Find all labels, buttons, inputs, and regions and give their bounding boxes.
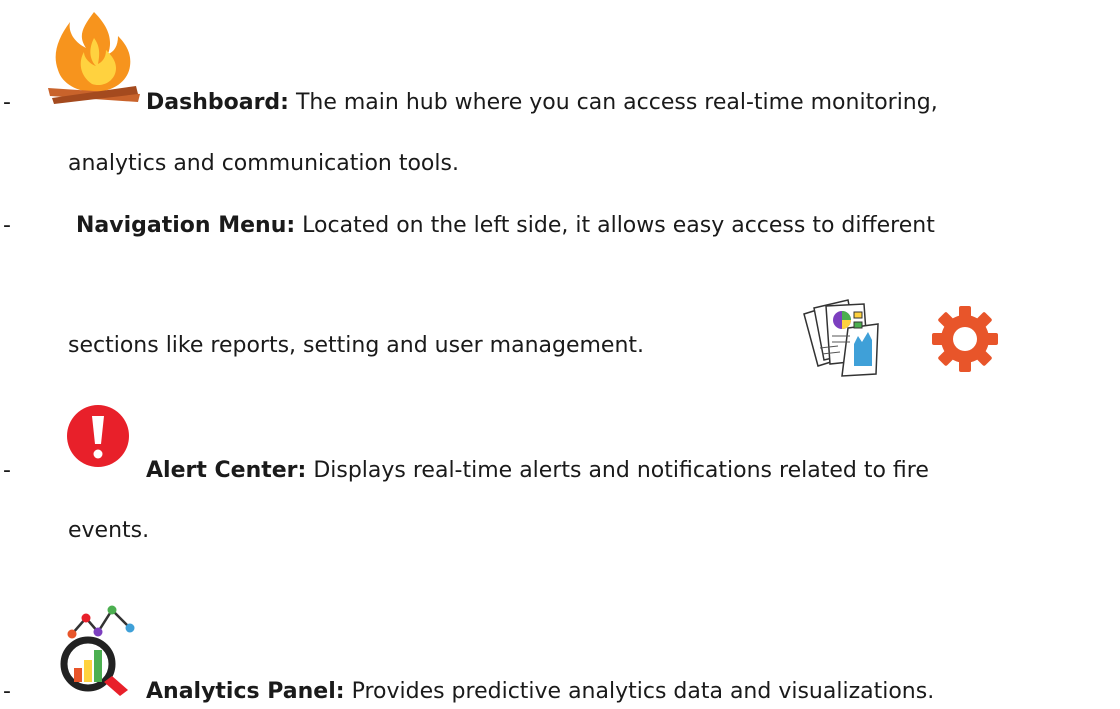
dashboard-line-1: Dashboard: The main hub where you can ac… — [146, 88, 938, 118]
bullet-marker: - — [3, 90, 11, 115]
alert-center-line-2: events. — [68, 518, 150, 543]
analytics-panel-description: Provides predictive analytics data and v… — [344, 679, 935, 704]
navigation-menu-description: Located on the left side, it allows easy… — [295, 213, 935, 238]
dashboard-description: The main hub where you can access real-t… — [288, 90, 938, 115]
dashboard-line-2: analytics and communication tools. — [68, 151, 459, 176]
bullet-marker: - — [3, 213, 11, 238]
analytics-panel-term: Analytics Panel: — [146, 679, 345, 704]
navigation-menu-term: Navigation Menu: — [76, 213, 296, 238]
navigation-menu-line-1: Navigation Menu: Located on the left sid… — [76, 211, 935, 241]
alert-center-line-1: Alert Center: Displays real-time alerts … — [146, 456, 929, 486]
exclamation-alert-icon — [67, 405, 129, 467]
alert-center-description: Displays real-time alerts and notificati… — [306, 458, 929, 483]
bullet-marker: - — [3, 679, 11, 704]
gear-icon — [932, 306, 998, 372]
alert-center-term: Alert Center: — [146, 458, 307, 483]
bullet-marker: - — [3, 458, 11, 483]
analytics-panel-line-1: Analytics Panel: Provides predictive ana… — [146, 677, 934, 707]
dashboard-term: Dashboard: — [146, 90, 289, 115]
report-document-icon — [803, 299, 879, 377]
analytics-magnifier-icon — [60, 605, 135, 696]
navigation-menu-line-2: sections like reports, setting and user … — [68, 333, 645, 358]
campfire-icon — [48, 12, 140, 104]
